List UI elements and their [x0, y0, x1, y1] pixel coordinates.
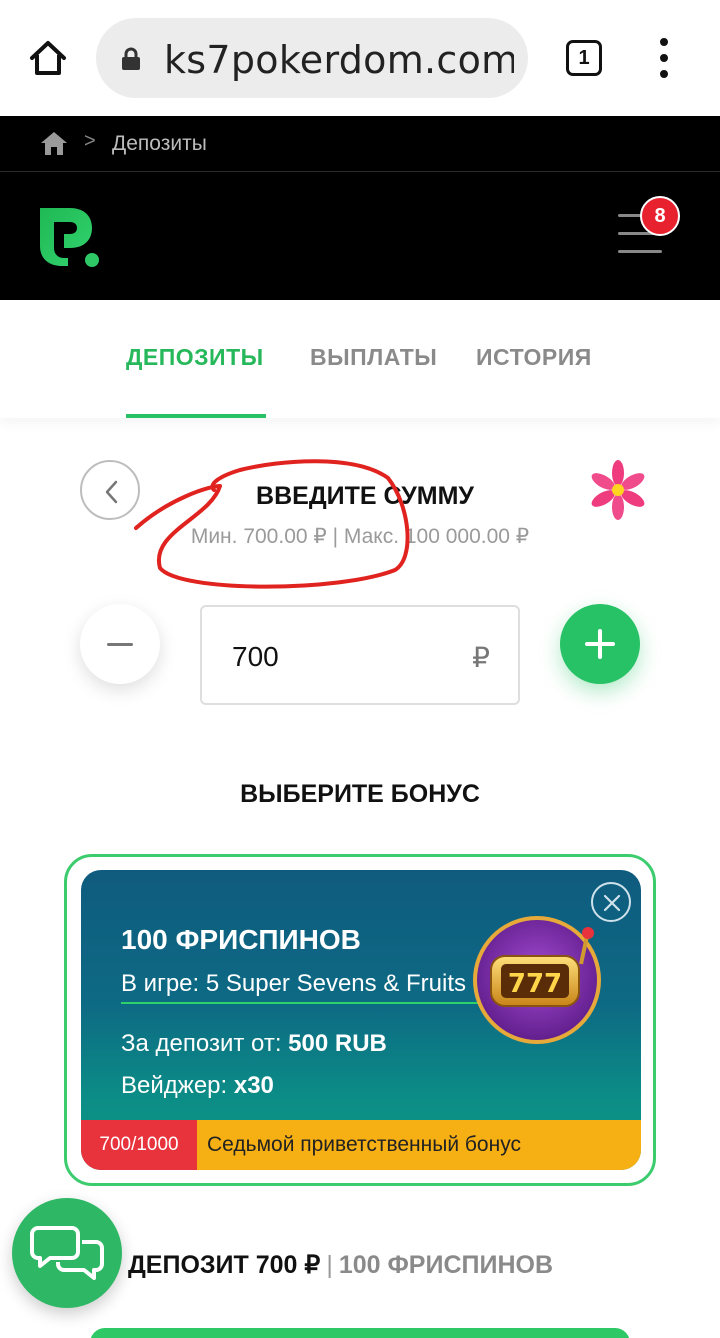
chat-icon [30, 1226, 104, 1280]
breadcrumb-separator: > [84, 130, 96, 152]
amount-value: 700 [232, 641, 279, 672]
page: ks7pokerdom.com 1 > Депозиты 8 ДЕПОЗИТЫ … [0, 0, 720, 1338]
bonus-progress: 700/1000 [81, 1120, 197, 1170]
tab-history[interactable]: ИСТОРИЯ [476, 344, 592, 371]
lock-icon [120, 47, 142, 71]
divider [121, 1002, 491, 1004]
summary-separator: | [326, 1251, 333, 1279]
bonus-title: 100 ФРИСПИНОВ [121, 924, 361, 955]
pokerdom-logo[interactable] [36, 204, 102, 270]
slot-machine-icon: 777 [469, 908, 605, 1044]
bonus-wager: Вейджер: x30 [121, 1072, 274, 1099]
summary-deposit: ДЕПОЗИТ 700 ₽ [128, 1251, 321, 1279]
increase-amount-button[interactable] [560, 604, 640, 684]
deposit-submit-button[interactable] [90, 1328, 630, 1338]
bonus-card[interactable]: 100 ФРИСПИНОВ В игре: 5 Super Sevens & F… [64, 854, 656, 1186]
summary-bonus: 100 ФРИСПИНОВ [338, 1251, 553, 1279]
browser-toolbar: ks7pokerdom.com 1 [0, 0, 720, 116]
browser-menu-icon[interactable] [656, 38, 672, 78]
decrease-amount-button[interactable] [80, 604, 160, 684]
address-bar[interactable]: ks7pokerdom.com [96, 18, 528, 98]
site-header: 8 [0, 172, 720, 300]
payment-tabs: ДЕПОЗИТЫ ВЫПЛАТЫ ИСТОРИЯ [0, 300, 720, 418]
currency-symbol: ₽ [472, 642, 490, 673]
bonus-game: В игре: 5 Super Sevens & Fruits [121, 970, 466, 997]
slot-reels: 777 [508, 969, 562, 999]
chat-button[interactable] [12, 1198, 122, 1308]
notification-badge: 8 [640, 196, 680, 236]
tab-withdrawals[interactable]: ВЫПЛАТЫ [310, 344, 437, 371]
bonus-progress-bar: 700/1000 Седьмой приветственный бонус [81, 1120, 641, 1170]
flower-icon [588, 458, 648, 522]
url-text: ks7pokerdom.com [164, 38, 514, 82]
bonus-heading: ВЫБЕРИТЕ БОНУС [240, 780, 480, 808]
breadcrumb-current: Депозиты [112, 132, 207, 155]
bonus-deposit: За депозит от: 500 RUB [121, 1030, 387, 1057]
home-icon[interactable] [40, 130, 68, 156]
amount-input[interactable]: 700 ₽ [200, 605, 520, 705]
breadcrumb: > Депозиты [0, 116, 720, 172]
tab-deposits[interactable]: ДЕПОЗИТЫ [126, 344, 264, 371]
amount-limits: Мин. 700.00 ₽ | Макс. 100 000.00 ₽ [190, 525, 530, 548]
active-tab-indicator [126, 414, 266, 418]
deposit-summary: ДЕПОЗИТ 700 ₽ | 100 ФРИСПИНОВ [128, 1250, 553, 1280]
bonus-card-body: 100 ФРИСПИНОВ В игре: 5 Super Sevens & F… [81, 870, 641, 1170]
tab-switcher-button[interactable]: 1 [566, 40, 602, 76]
bonus-name: Седьмой приветственный бонус [197, 1120, 641, 1170]
browser-home-icon[interactable] [26, 36, 70, 80]
